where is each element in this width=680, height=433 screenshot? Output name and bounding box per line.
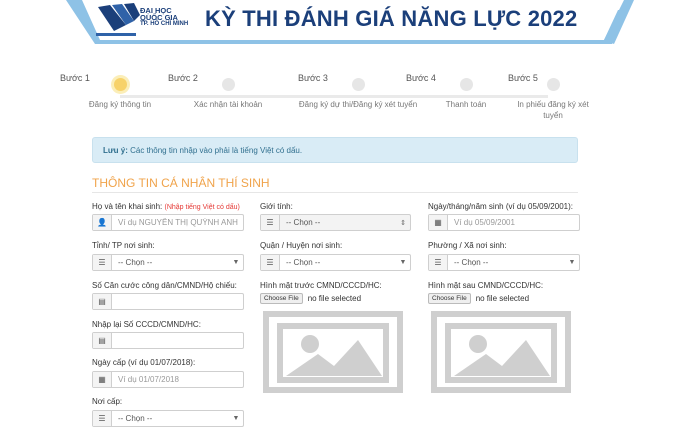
district-label: Quận / Huyện nơi sinh: xyxy=(260,241,343,250)
step-5: Bước 5 In phiếu đăng ký xét tuyển xyxy=(508,73,598,121)
user-icon: 👤 xyxy=(93,215,112,230)
id-front-file-input[interactable]: Choose File no file selected xyxy=(260,293,361,304)
list-icon: ☰ xyxy=(93,255,112,270)
step-2: Bước 2 Xác nhận tài khoản xyxy=(168,73,288,110)
gender-value: -- Chọn -- xyxy=(286,218,321,227)
step-dot xyxy=(459,78,473,91)
list-icon: ☰ xyxy=(429,255,448,270)
id-card-icon: ▤ xyxy=(93,333,112,348)
step-label: Bước 1 xyxy=(60,73,90,83)
id-confirm-label: Nhập lại Số CCCD/CMND/HC: xyxy=(92,320,201,329)
id-back-file-input[interactable]: Choose File no file selected xyxy=(428,293,529,304)
province-select[interactable]: ☰ -- Chọn -- ▼ xyxy=(92,254,244,271)
issue-date-placeholder: Ví dụ 01/07/2018 xyxy=(118,375,179,384)
file-status: no file selected xyxy=(307,294,362,303)
fullname-input[interactable]: 👤 Ví dụ NGUYỄN THỊ QUỲNH ANH xyxy=(92,214,244,231)
fullname-label-text: Họ và tên khai sinh: xyxy=(92,202,163,211)
choose-file-button[interactable]: Choose File xyxy=(260,293,303,304)
id-number-label: Số Căn cước công dân/CMND/Hộ chiếu: xyxy=(92,281,237,290)
chevron-down-icon: ▼ xyxy=(232,415,240,422)
province-value: -- Chọn -- xyxy=(118,258,153,267)
alert-text: Các thông tin nhập vào phải là tiếng Việ… xyxy=(127,146,303,155)
step-label: Bước 4 xyxy=(406,73,436,83)
section-title: THÔNG TIN CÁ NHÂN THÍ SINH xyxy=(92,176,270,190)
step-3: Bước 3 Đăng ký dự thi/Đăng ký xét tuyển xyxy=(298,73,418,110)
logo-text: ĐẠI HỌC QUỐC GIA TP. HỒ CHÍ MINH xyxy=(140,7,189,28)
dob-input[interactable]: ▦ Ví dụ 05/09/2001 xyxy=(428,214,580,231)
chevron-down-icon: ▼ xyxy=(232,259,240,266)
calendar-icon: ▦ xyxy=(429,215,448,230)
image-placeholder-icon xyxy=(263,311,403,393)
province-label: Tỉnh/ TP nơi sinh: xyxy=(92,241,155,250)
id-number-input[interactable]: ▤ xyxy=(92,293,244,310)
gender-label: Giới tính: xyxy=(260,202,293,211)
step-dot-active xyxy=(113,78,127,91)
list-icon: ☰ xyxy=(261,255,280,270)
step-label: Bước 5 xyxy=(508,73,538,83)
step-desc: Đăng ký thông tin xyxy=(88,100,152,109)
step-1: Bước 1 Đăng ký thông tin xyxy=(60,73,180,110)
progress-stepper: Bước 1 Đăng ký thông tin Bước 2 Xác nhận… xyxy=(0,70,680,140)
alert-strong: Lưu ý: xyxy=(103,146,128,155)
chevron-down-icon: ▼ xyxy=(568,259,576,266)
issue-place-label: Nơi cấp: xyxy=(92,397,123,406)
step-desc: Đăng ký dự thi/Đăng ký xét tuyển xyxy=(298,100,418,109)
list-icon: ☰ xyxy=(93,411,112,426)
updown-caret-icon: ⇕ xyxy=(400,219,406,227)
header: ĐẠI HỌC QUỐC GIA TP. HỒ CHÍ MINH KỲ THI … xyxy=(0,0,680,44)
issue-date-input[interactable]: ▦ Ví dụ 01/07/2018 xyxy=(92,371,244,388)
choose-file-button[interactable]: Choose File xyxy=(428,293,471,304)
issue-place-value: -- Chọn -- xyxy=(118,414,153,423)
district-select[interactable]: ☰ -- Chọn -- ▼ xyxy=(260,254,411,271)
fullname-label: Họ và tên khai sinh: (Nhập tiếng Việt có… xyxy=(92,202,240,211)
step-dot xyxy=(221,78,235,91)
step-dot xyxy=(546,78,560,91)
step-dot xyxy=(351,78,365,91)
logo-line3: TP. HỒ CHÍ MINH xyxy=(140,21,189,27)
step-desc: Xác nhận tài khoản xyxy=(193,100,263,109)
dob-placeholder: Ví dụ 05/09/2001 xyxy=(454,218,515,227)
district-value: -- Chọn -- xyxy=(286,258,321,267)
ward-select[interactable]: ☰ -- Chọn -- ▼ xyxy=(428,254,580,271)
step-label: Bước 3 xyxy=(298,73,328,83)
image-placeholder-icon xyxy=(431,311,571,393)
page-title: KỲ THI ĐÁNH GIÁ NĂNG LỰC 2022 xyxy=(205,6,578,31)
ward-value: -- Chọn -- xyxy=(454,258,489,267)
id-confirm-input[interactable]: ▤ xyxy=(92,332,244,349)
issue-date-label: Ngày cấp (ví dụ 01/07/2018): xyxy=(92,358,196,367)
chevron-down-icon: ▼ xyxy=(399,259,407,266)
notice-alert: Lưu ý: Các thông tin nhập vào phải là ti… xyxy=(92,137,578,163)
file-status: no file selected xyxy=(475,294,530,303)
step-desc: In phiếu đăng ký xét tuyển xyxy=(517,100,589,120)
ward-label: Phường / Xã nơi sinh: xyxy=(428,241,507,250)
issue-place-select[interactable]: ☰ -- Chọn -- ▼ xyxy=(92,410,244,427)
section-divider xyxy=(92,192,578,193)
dob-label: Ngày/tháng/năm sinh (ví dụ 05/09/2001): xyxy=(428,202,573,211)
fullname-placeholder: Ví dụ NGUYỄN THỊ QUỲNH ANH xyxy=(118,218,238,227)
list-icon: ☰ xyxy=(261,215,280,230)
gender-select[interactable]: ☰ -- Chọn -- ⇕ xyxy=(260,214,411,231)
id-card-icon: ▤ xyxy=(93,294,112,309)
id-back-label: Hình mặt sau CMND/CCCD/HC: xyxy=(428,281,544,290)
fullname-hint: (Nhập tiếng Việt có dấu) xyxy=(164,204,240,211)
calendar-icon: ▦ xyxy=(93,372,112,387)
id-front-label: Hình mặt trước CMND/CCCD/HC: xyxy=(260,281,382,290)
step-label: Bước 2 xyxy=(168,73,198,83)
